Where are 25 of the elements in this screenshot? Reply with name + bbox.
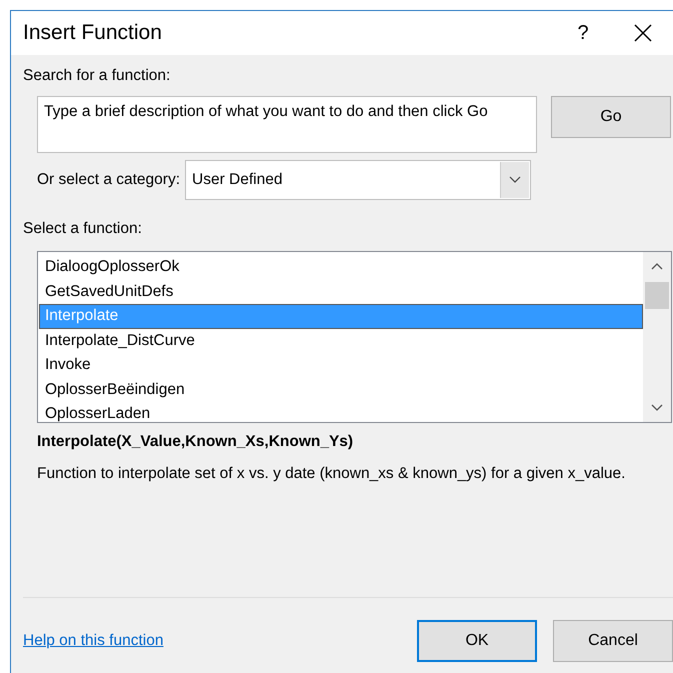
- search-field[interactable]: Type a brief description of what you want to do and then click Go: [37, 96, 537, 153]
- go-button[interactable]: Go: [551, 96, 671, 138]
- scroll-up-icon[interactable]: [651, 262, 663, 270]
- function-item[interactable]: OplosserLaden: [39, 402, 643, 422]
- search-label: Search for a function:: [23, 67, 172, 85]
- close-icon: [633, 23, 653, 43]
- cancel-button[interactable]: Cancel: [553, 620, 673, 662]
- function-item[interactable]: OplosserBeëindigen: [39, 378, 643, 402]
- chevron-down-icon: [509, 176, 522, 184]
- scroll-thumb[interactable]: [645, 282, 669, 309]
- help-link[interactable]: Help on this function: [23, 632, 401, 650]
- ok-button[interactable]: OK: [417, 620, 537, 662]
- function-item[interactable]: DialoogOplosserOk: [39, 255, 643, 280]
- function-signature: Interpolate(X_Value,Known_Xs,Known_Ys): [37, 433, 354, 451]
- function-item[interactable]: Invoke: [39, 353, 643, 378]
- scrollbar[interactable]: [643, 252, 671, 422]
- function-item[interactable]: Interpolate_DistCurve: [39, 328, 643, 353]
- scroll-down-icon[interactable]: [651, 404, 663, 412]
- function-description: Function to interpolate set of x vs. y date (known_xs & known_ys) for a given x_value.: [37, 465, 626, 483]
- window-title: Insert Function: [23, 21, 163, 45]
- category-dropdown[interactable]: User Defined: [185, 160, 532, 200]
- function-item[interactable]: GetSavedUnitDefs: [39, 280, 643, 304]
- function-list-label: Select a function:: [23, 220, 143, 238]
- help-button[interactable]: ?: [553, 11, 613, 55]
- category-label: Or select a category:: [37, 171, 180, 189]
